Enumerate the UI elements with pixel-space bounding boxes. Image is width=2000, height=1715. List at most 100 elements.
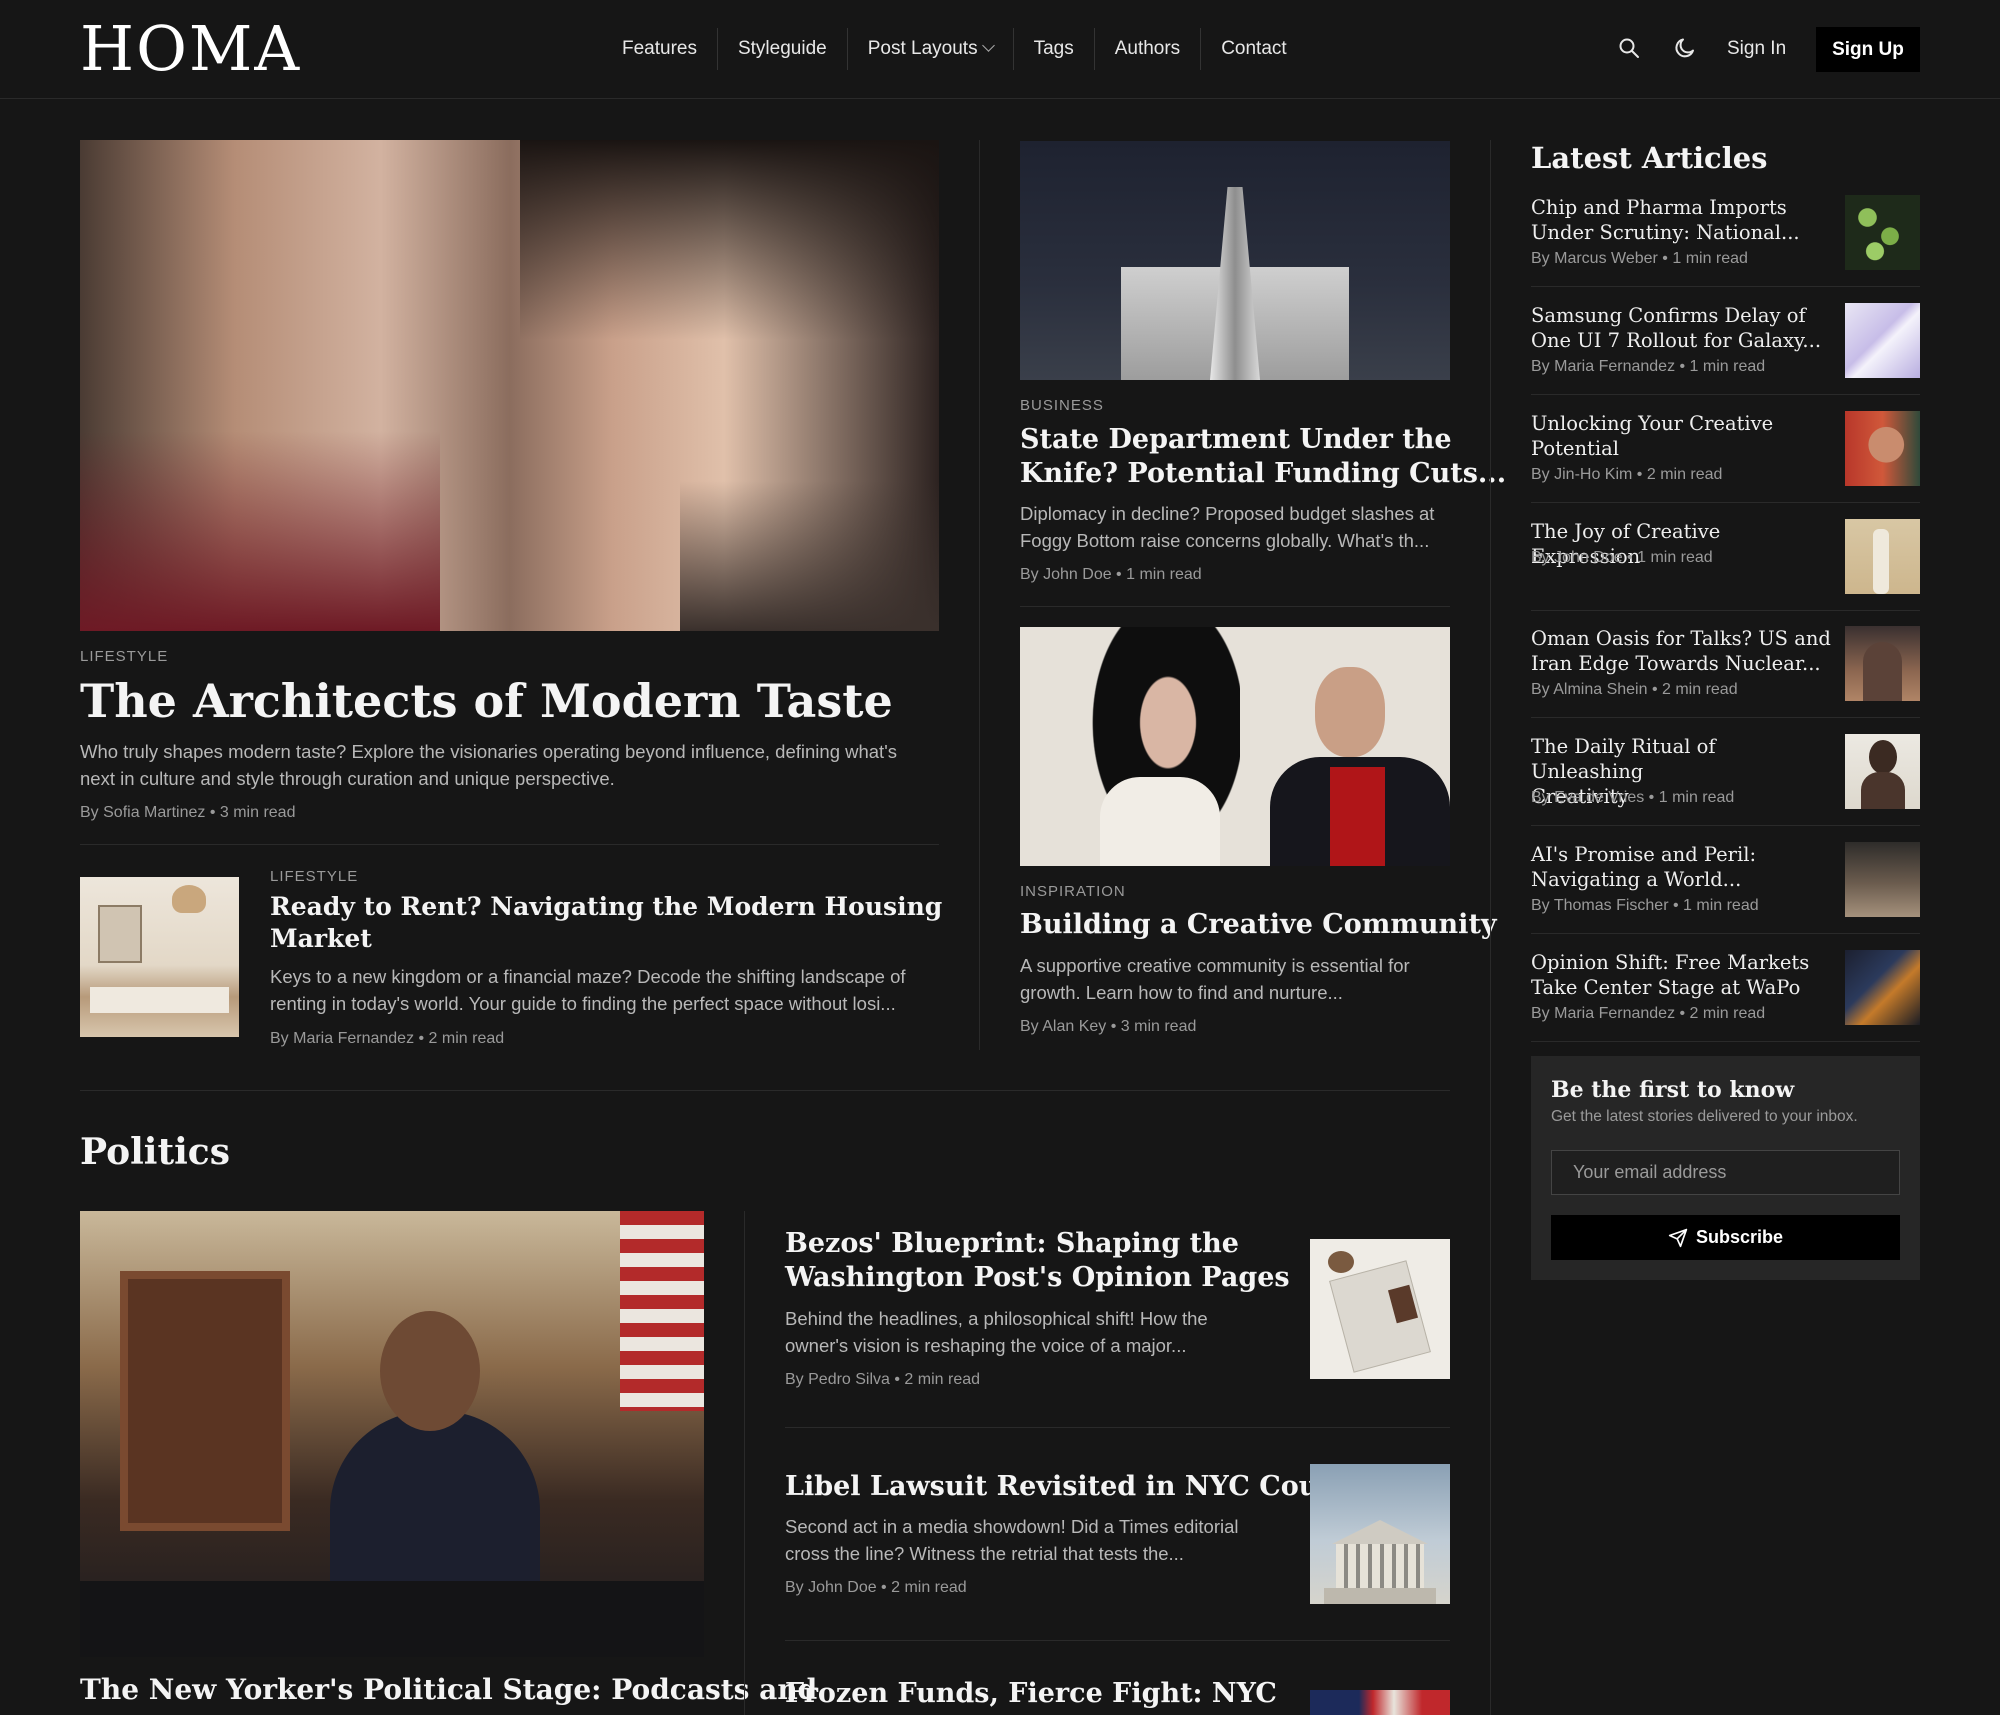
divider (1531, 933, 1920, 934)
title-line: State Department Under the (1020, 424, 1452, 455)
excerpt-line: growth. Learn how to find and nurture... (1020, 982, 1343, 1003)
excerpt-line: next in culture and style through curati… (80, 768, 615, 789)
secondary-excerpt: Keys to a new kingdom or a financial maz… (270, 963, 950, 1017)
divider (785, 1640, 1450, 1641)
moon-icon[interactable] (1673, 36, 1697, 60)
title-line: Oman Oasis for Talks? US and (1531, 627, 1831, 650)
secondary-image[interactable] (80, 877, 239, 1037)
title-line: Opinion Shift: Free Markets (1531, 951, 1810, 974)
politics-article-thumbnail[interactable] (1310, 1239, 1450, 1379)
hero-excerpt: Who truly shapes modern taste? Explore t… (80, 738, 960, 792)
inspiration-image[interactable] (1020, 627, 1450, 866)
sidebar-article[interactable]: The Daily Ritual of Unleashing Creativity… (1531, 734, 1920, 826)
excerpt-line: Behind the headlines, a philosophical sh… (785, 1308, 1208, 1329)
business-title[interactable]: State Department Under the Knife? Potent… (1020, 423, 1506, 491)
sidebar-article-thumbnail[interactable] (1845, 842, 1920, 917)
politics-article-thumbnail[interactable] (1310, 1690, 1450, 1715)
send-icon (1668, 1228, 1688, 1247)
politics-article-title[interactable]: Frozen Funds, Fierce Fight: NYC (785, 1677, 1277, 1711)
sidebar-article-thumbnail[interactable] (1845, 303, 1920, 378)
divider (1531, 1041, 1920, 1042)
sidebar-article[interactable]: Opinion Shift: Free Markets Take Center S… (1531, 950, 1920, 1042)
inspiration-excerpt: A supportive creative community is essen… (1020, 952, 1460, 1006)
sidebar-article-title[interactable]: Opinion Shift: Free Markets Take Center S… (1531, 950, 1831, 1000)
business-meta: By John Doe • 1 min read (1020, 566, 1202, 583)
politics-lead-image[interactable] (80, 1211, 704, 1657)
sidebar-article-title[interactable]: Unlocking Your Creative Potential (1531, 411, 1831, 461)
title-line: Potential (1531, 437, 1619, 460)
nav-item-styleguide[interactable]: Styleguide (718, 28, 848, 70)
sidebar-article-meta: By Thomas Fischer • 1 min read (1531, 897, 1759, 914)
nav-item-authors[interactable]: Authors (1095, 28, 1202, 70)
sidebar-article-title[interactable]: Samsung Confirms Delay of One UI 7 Rollou… (1531, 303, 1831, 353)
divider (1531, 394, 1920, 395)
sidebar-article[interactable]: Unlocking Your Creative Potential By Jin-… (1531, 411, 1920, 503)
title-line: Navigating a World... (1531, 868, 1742, 891)
divider (1531, 825, 1920, 826)
sidebar-article-thumbnail[interactable] (1845, 734, 1920, 809)
title-line: Under Scrutiny: National... (1531, 221, 1800, 244)
sidebar-article-meta: By Maria Fernandez • 1 min read (1531, 358, 1766, 375)
search-icon[interactable] (1617, 36, 1641, 60)
sidebar-article-meta: By Almina Shein • 2 min read (1531, 681, 1738, 698)
site-logo[interactable]: HOMA (80, 18, 301, 80)
title-line: Chip and Pharma Imports (1531, 196, 1787, 219)
excerpt-line: Diplomacy in decline? Proposed budget sl… (1020, 503, 1435, 524)
sidebar-article[interactable]: AI's Promise and Peril: Navigating a Worl… (1531, 842, 1920, 934)
sidebar-article-thumbnail[interactable] (1845, 195, 1920, 270)
newsletter-subtitle: Get the latest stories delivered to your… (1551, 1108, 1858, 1125)
nav-item-contact[interactable]: Contact (1201, 28, 1306, 70)
sidebar-article-thumbnail[interactable] (1845, 519, 1920, 594)
sidebar-article-meta: By John Doe • 1 min read (1531, 549, 1713, 566)
hero-image[interactable] (80, 140, 939, 631)
business-category[interactable]: BUSINESS (1020, 397, 1104, 414)
sign-in-link[interactable]: Sign In (1727, 28, 1786, 70)
site-header: HOMA Features Styleguide Post Layouts Ta… (0, 0, 2000, 99)
sidebar-article[interactable]: Oman Oasis for Talks? US and Iran Edge To… (1531, 626, 1920, 718)
sign-up-button[interactable]: Sign Up (1816, 27, 1920, 72)
sidebar-article-title[interactable]: Oman Oasis for Talks? US and Iran Edge To… (1531, 626, 1831, 676)
sidebar-article-title[interactable]: Chip and Pharma Imports Under Scrutiny: N… (1531, 195, 1831, 245)
politics-article-title[interactable]: Bezos' Blueprint: Shaping the Washington… (785, 1227, 1290, 1295)
politics-article-excerpt: Second act in a media showdown! Did a Ti… (785, 1513, 1305, 1567)
secondary-category[interactable]: LIFESTYLE (270, 868, 358, 885)
title-line: Libel Lawsuit Revisited in NYC Court (785, 1471, 1346, 1502)
politics-lead-title[interactable]: The New Yorker's Political Stage: Podcas… (80, 1672, 817, 1708)
nav-item-post-layouts[interactable]: Post Layouts (848, 28, 1014, 70)
hero-title[interactable]: The Architects of Modern Taste (80, 672, 893, 730)
excerpt-line: A supportive creative community is essen… (1020, 955, 1410, 976)
title-line: Iran Edge Towards Nuclear... (1531, 652, 1821, 675)
politics-article-thumbnail[interactable] (1310, 1464, 1450, 1604)
business-excerpt: Diplomacy in decline? Proposed budget sl… (1020, 500, 1460, 554)
excerpt-line: owner's vision is reshaping the voice of… (785, 1335, 1187, 1356)
nav-item-features[interactable]: Features (602, 28, 718, 70)
title-line: Bezos' Blueprint: Shaping the (785, 1228, 1239, 1259)
politics-article-title[interactable]: Libel Lawsuit Revisited in NYC Court (785, 1470, 1345, 1504)
inspiration-category[interactable]: INSPIRATION (1020, 883, 1126, 900)
sidebar-article-thumbnail[interactable] (1845, 411, 1920, 486)
newsletter-box: Be the first to know Get the latest stor… (1531, 1056, 1920, 1280)
sidebar-heading: Latest Articles (1531, 141, 1768, 175)
sidebar-article[interactable]: The Joy of Creative Expression By John D… (1531, 519, 1920, 611)
inspiration-title[interactable]: Building a Creative Community (1020, 908, 1497, 942)
hero-category[interactable]: LIFESTYLE (80, 648, 168, 665)
sidebar-article-thumbnail[interactable] (1845, 626, 1920, 701)
email-input[interactable] (1551, 1150, 1900, 1195)
subscribe-button[interactable]: Subscribe (1551, 1215, 1900, 1260)
sidebar-article-meta: By Eva de Vries • 1 min read (1531, 789, 1735, 806)
divider (1531, 717, 1920, 718)
column-divider (744, 1211, 745, 1715)
title-line: Market (270, 924, 372, 953)
nav-item-label: Post Layouts (867, 38, 978, 59)
secondary-title[interactable]: Ready to Rent? Navigating the Modern Hou… (270, 891, 942, 955)
sidebar-article[interactable]: Chip and Pharma Imports Under Scrutiny: N… (1531, 195, 1920, 287)
title-line: Frozen Funds, Fierce Fight: NYC (785, 1678, 1277, 1709)
excerpt-line: Who truly shapes modern taste? Explore t… (80, 741, 897, 762)
sidebar-article-title[interactable]: AI's Promise and Peril: Navigating a Worl… (1531, 842, 1831, 892)
sidebar-article-thumbnail[interactable] (1845, 950, 1920, 1025)
nav-item-tags[interactable]: Tags (1014, 28, 1095, 70)
sidebar-article[interactable]: Samsung Confirms Delay of One UI 7 Rollou… (1531, 303, 1920, 395)
business-image[interactable] (1020, 141, 1450, 380)
title-line: One UI 7 Rollout for Galaxy... (1531, 329, 1822, 352)
excerpt-line: cross the line? Witness the retrial that… (785, 1543, 1184, 1564)
